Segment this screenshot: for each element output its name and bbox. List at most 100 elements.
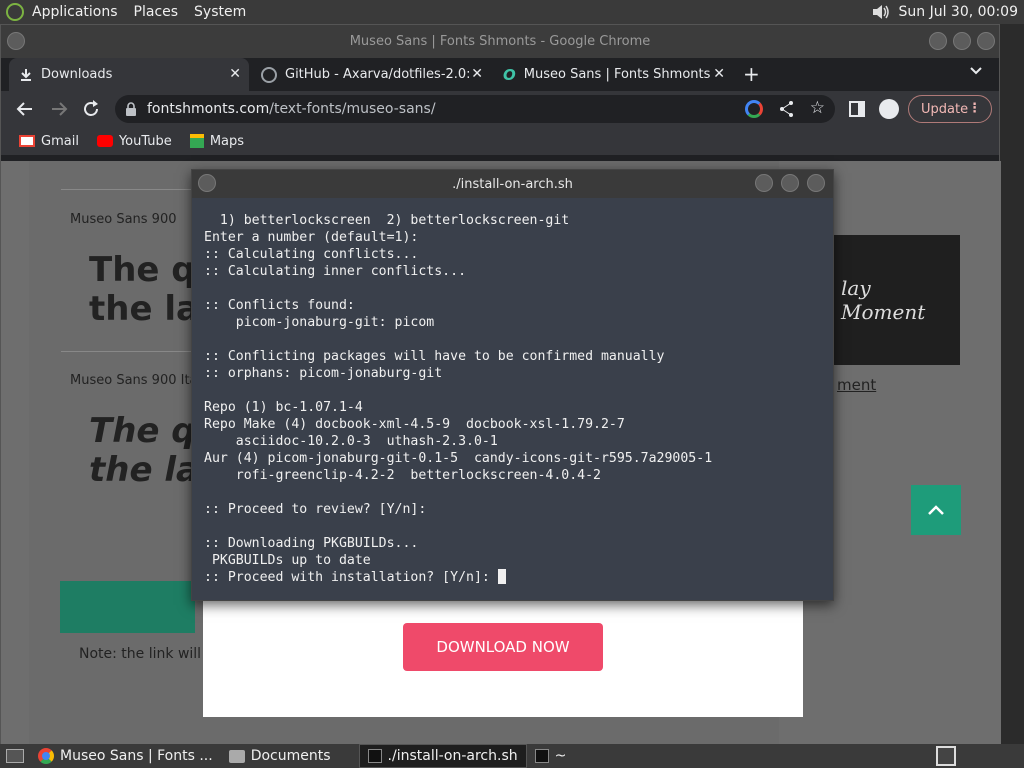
menu-system[interactable]: System — [186, 0, 254, 24]
terminal-line: asciidoc-10.2.0-3 uthash-2.3.0-1 — [204, 434, 498, 449]
terminal-output[interactable]: 1) betterlockscreen 2) betterlockscreen-… — [192, 198, 833, 600]
url-path: /text-fonts/museo-sans/ — [269, 101, 436, 117]
share-icon[interactable] — [779, 100, 795, 118]
bookmark-label: YouTube — [118, 133, 172, 149]
font-label-900-italic: Museo Sans 900 Italic — [70, 373, 192, 388]
terminal-line: :: orphans: picom-jonaburg-git — [204, 366, 443, 381]
close-window-button[interactable] — [807, 174, 825, 192]
bookmark-star-icon[interactable]: ☆ — [810, 98, 825, 118]
close-icon[interactable]: ✕ — [471, 66, 483, 82]
terminal-icon — [367, 749, 382, 763]
terminal-line: Aur (4) picom-jonaburg-git-0.1-5 candy-i… — [204, 451, 713, 466]
update-label: Update — [921, 101, 969, 117]
side-panel-icon[interactable] — [849, 101, 865, 117]
maps-icon — [189, 134, 204, 148]
volume-icon[interactable] — [871, 3, 891, 21]
ad-link[interactable]: ment — [837, 376, 876, 394]
workspace-switcher[interactable] — [936, 746, 956, 766]
chrome-icon — [38, 748, 54, 764]
task-label: ~ — [554, 748, 567, 764]
scroll-to-top-button[interactable] — [911, 485, 961, 535]
close-icon[interactable]: ✕ — [713, 66, 725, 82]
window-menu-button[interactable] — [198, 174, 216, 192]
github-icon — [261, 66, 277, 83]
download-icon — [21, 68, 31, 81]
terminal-line: :: Calculating inner conflicts... — [204, 264, 467, 279]
maximize-button[interactable] — [953, 32, 971, 50]
terminal-line: :: Conflicting packages will have to be … — [204, 349, 665, 364]
task-label: ./install-on-arch.sh — [387, 748, 518, 764]
task-label: Documents — [250, 748, 331, 764]
clock[interactable]: Sun Jul 30, 00:09 — [899, 4, 1019, 20]
menu-applications[interactable]: Applications — [24, 0, 126, 24]
terminal-line: PKGBUILDs up to date — [204, 553, 371, 568]
forward-button[interactable] — [49, 99, 69, 119]
profile-avatar-icon[interactable] — [879, 99, 899, 119]
distro-logo-icon[interactable] — [6, 3, 24, 21]
back-button[interactable] — [15, 99, 35, 119]
task-home-terminal[interactable]: ~ — [527, 744, 575, 768]
minimize-button[interactable] — [929, 32, 947, 50]
terminal-line: :: Proceed with installation? [Y/n]: — [204, 569, 821, 586]
terminal-line: picom-jonaburg-git: picom — [204, 315, 435, 330]
terminal-titlebar[interactable]: ./install-on-arch.sh — [192, 170, 833, 198]
google-lens-icon[interactable] — [745, 100, 763, 118]
task-chrome[interactable]: Museo Sans | Fonts ... — [30, 744, 221, 768]
maximize-button[interactable] — [781, 174, 799, 192]
close-icon[interactable]: ✕ — [229, 66, 241, 82]
tab-downloads[interactable]: Downloads ✕ — [9, 58, 249, 91]
bookmark-label: Maps — [209, 133, 245, 149]
terminal-line: :: Conflicts found: — [204, 298, 355, 313]
new-tab-button[interactable]: + — [743, 62, 760, 86]
download-note: Note: the link will e — [79, 646, 215, 662]
tab-label: GitHub - Axarva/dotfiles-2.0: — [285, 67, 470, 82]
green-banner — [60, 581, 195, 633]
terminal-line: :: Calculating conflicts... — [204, 247, 419, 262]
tab-search-icon[interactable] — [969, 64, 983, 78]
font-label-900: Museo Sans 900 — [70, 212, 177, 227]
terminal-line: Repo Make (4) docbook-xml-4.5-9 docbook-… — [204, 417, 625, 432]
window-title: Museo Sans | Fonts Shmonts - Google Chro… — [349, 34, 651, 49]
bookmark-gmail[interactable]: Gmail — [19, 134, 79, 149]
download-now-button[interactable]: DOWNLOAD NOW — [403, 623, 603, 671]
gmail-icon — [19, 135, 35, 147]
opera-o-icon: O — [503, 65, 516, 84]
tab-github[interactable]: GitHub - Axarva/dotfiles-2.0: ✕ — [251, 58, 491, 91]
reload-button[interactable] — [81, 99, 101, 119]
menu-places[interactable]: Places — [126, 0, 187, 24]
youtube-icon — [96, 135, 113, 147]
show-desktop-icon[interactable] — [6, 749, 24, 763]
chrome-toolbar: fontshmonts.com /text-fonts/museo-sans/ … — [1, 91, 999, 127]
terminal-line: Enter a number (default=1): — [204, 230, 419, 245]
terminal-window: ./install-on-arch.sh 1) betterlockscreen… — [191, 169, 834, 601]
address-bar[interactable]: fontshmonts.com /text-fonts/museo-sans/ … — [115, 95, 835, 123]
bottom-taskbar: Museo Sans | Fonts ... Documents ./insta… — [0, 744, 1024, 768]
terminal-line: 1) betterlockscreen 2) betterlockscreen-… — [204, 213, 570, 228]
task-documents[interactable]: Documents — [221, 744, 339, 768]
close-window-button[interactable] — [977, 32, 995, 50]
folder-icon — [228, 749, 245, 763]
task-install-script[interactable]: ./install-on-arch.sh — [358, 744, 527, 768]
tab-label: Downloads — [41, 67, 113, 82]
minimize-button[interactable] — [755, 174, 773, 192]
kebab-menu-icon[interactable]: ⋮ — [968, 101, 981, 116]
window-menu-button[interactable] — [7, 32, 25, 50]
terminal-line: :: Downloading PKGBUILDs... — [204, 536, 419, 551]
bookmark-youtube[interactable]: YouTube — [96, 133, 172, 149]
terminal-line: Repo (1) bc-1.07.1-4 — [204, 400, 363, 415]
terminal-title: ./install-on-arch.sh — [452, 176, 573, 192]
terminal-icon — [534, 749, 549, 763]
chrome-titlebar[interactable]: Museo Sans | Fonts Shmonts - Google Chro… — [1, 25, 999, 58]
divider — [61, 351, 191, 352]
bookmark-maps[interactable]: Maps — [189, 133, 245, 149]
update-button[interactable]: Update ⋮ — [908, 95, 992, 123]
lock-icon[interactable] — [125, 102, 137, 116]
tab-museo-sans[interactable]: O Museo Sans | Fonts Shmonts ✕ — [493, 58, 733, 91]
bookmark-label: Gmail — [41, 133, 79, 149]
terminal-line: rofi-greenclip-4.2-2 betterlockscreen-4.… — [204, 468, 601, 483]
tab-strip: Downloads ✕ GitHub - Axarva/dotfiles-2.0… — [1, 58, 999, 91]
